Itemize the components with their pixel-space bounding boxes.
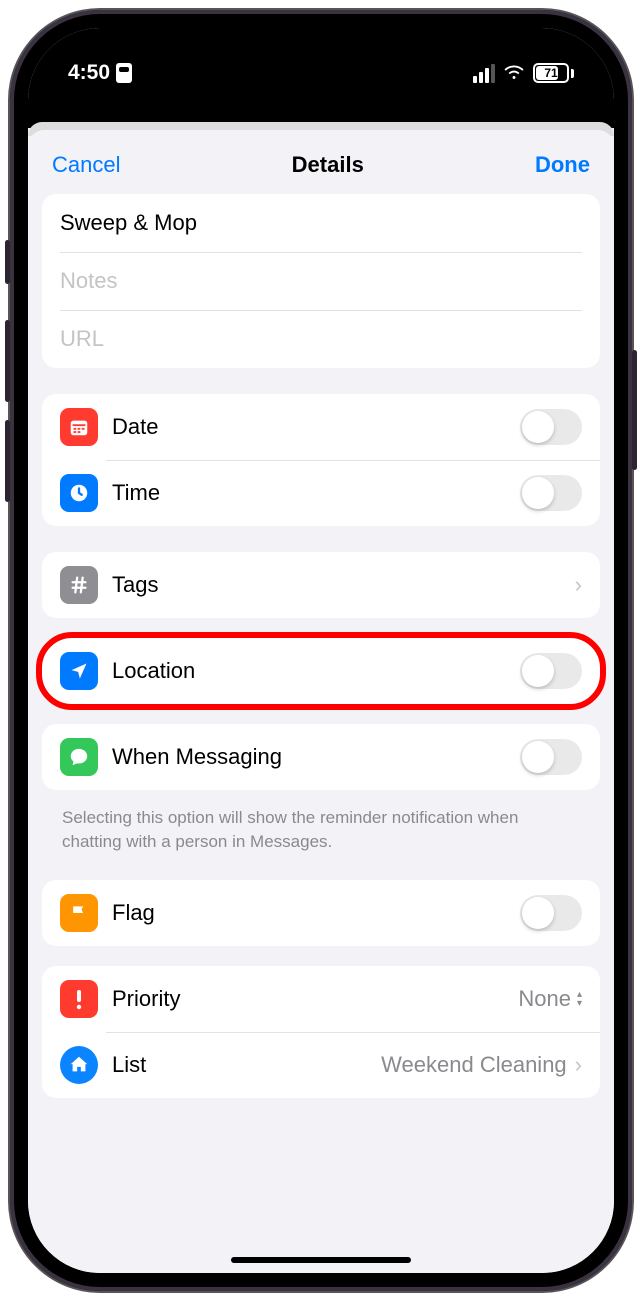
list-row[interactable]: List Weekend Cleaning ›: [42, 1032, 600, 1098]
exclamation-icon: [60, 980, 98, 1018]
url-placeholder: URL: [60, 326, 104, 352]
details-sheet: Cancel Details Done Sweep & Mop Notes UR…: [28, 130, 614, 1273]
chevron-right-icon: ›: [575, 1052, 582, 1078]
page-title: Details: [292, 152, 364, 178]
status-time: 4:50: [68, 61, 110, 85]
flag-group: Flag: [42, 880, 600, 946]
messaging-footer-note: Selecting this option will show the remi…: [42, 806, 600, 880]
up-down-icon: ▴▾: [577, 990, 582, 1008]
messaging-toggle[interactable]: [520, 739, 582, 775]
messaging-group: When Messaging: [42, 724, 600, 790]
tags-group: Tags ›: [42, 552, 600, 618]
notes-placeholder: Notes: [60, 268, 117, 294]
location-label: Location: [112, 658, 520, 684]
screen: 4:50 71 Cancel Details Done: [28, 28, 614, 1273]
messaging-label: When Messaging: [112, 744, 520, 770]
flag-icon: [60, 894, 98, 932]
mute-switch: [5, 240, 10, 284]
nav-bar: Cancel Details Done: [28, 130, 614, 194]
date-row[interactable]: Date: [42, 394, 600, 460]
home-indicator[interactable]: [231, 1257, 411, 1263]
date-label: Date: [112, 414, 520, 440]
wifi-icon: [503, 62, 525, 84]
tags-label: Tags: [112, 572, 567, 598]
messaging-row[interactable]: When Messaging: [42, 724, 600, 790]
title-value: Sweep & Mop: [60, 210, 197, 236]
notes-field[interactable]: Notes: [42, 252, 600, 310]
message-bubble-icon: [60, 738, 98, 776]
datetime-group: Date Time: [42, 394, 600, 526]
list-label: List: [112, 1052, 381, 1078]
chevron-right-icon: ›: [575, 572, 582, 598]
volume-up: [5, 320, 10, 402]
clock-icon: [60, 474, 98, 512]
content-scroll[interactable]: Sweep & Mop Notes URL Date: [28, 194, 614, 1273]
priority-row[interactable]: Priority None ▴▾: [42, 966, 600, 1032]
device-frame: 4:50 71 Cancel Details Done: [10, 10, 632, 1291]
battery-icon: 71: [533, 63, 574, 83]
title-field[interactable]: Sweep & Mop: [42, 194, 600, 252]
volume-down: [5, 420, 10, 502]
flag-label: Flag: [112, 900, 520, 926]
time-row[interactable]: Time: [42, 460, 600, 526]
text-group: Sweep & Mop Notes URL: [42, 194, 600, 368]
location-row[interactable]: Location: [42, 638, 600, 704]
location-group: Location: [42, 638, 600, 704]
hash-icon: [60, 566, 98, 604]
tags-row[interactable]: Tags ›: [42, 552, 600, 618]
dynamic-island: [246, 52, 396, 94]
priority-list-group: Priority None ▴▾ List Weekend Cleaning ›: [42, 966, 600, 1098]
house-icon: [60, 1046, 98, 1084]
done-button[interactable]: Done: [535, 152, 590, 178]
flag-toggle[interactable]: [520, 895, 582, 931]
cellular-signal-icon: [473, 64, 495, 83]
date-toggle[interactable]: [520, 409, 582, 445]
time-toggle[interactable]: [520, 475, 582, 511]
location-arrow-icon: [60, 652, 98, 690]
cancel-button[interactable]: Cancel: [52, 152, 120, 178]
priority-value: None: [518, 986, 571, 1012]
list-value: Weekend Cleaning: [381, 1052, 567, 1078]
contact-card-icon: [116, 63, 132, 83]
power-button: [632, 350, 637, 470]
priority-label: Priority: [112, 986, 518, 1012]
url-field[interactable]: URL: [42, 310, 600, 368]
flag-row[interactable]: Flag: [42, 880, 600, 946]
location-toggle[interactable]: [520, 653, 582, 689]
calendar-icon: [60, 408, 98, 446]
time-label: Time: [112, 480, 520, 506]
